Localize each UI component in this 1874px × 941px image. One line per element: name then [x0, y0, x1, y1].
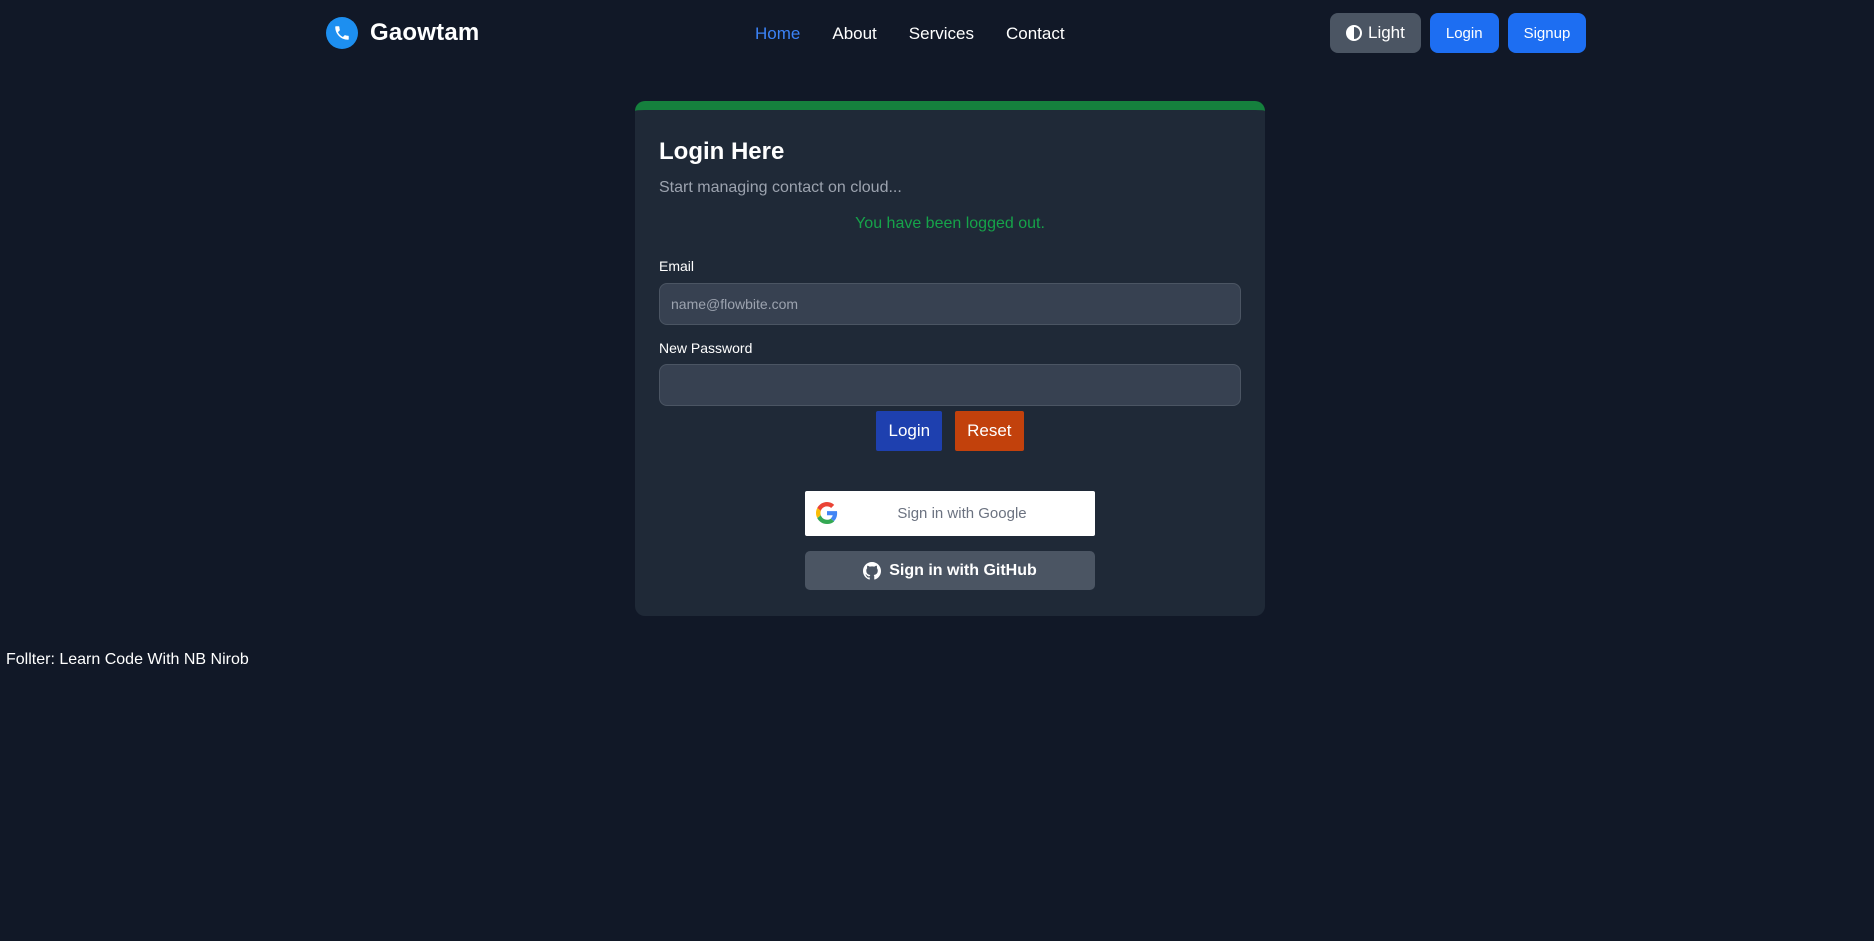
- login-submit-button[interactable]: Login: [876, 411, 943, 451]
- login-card: Login Here Start managing contact on clo…: [635, 101, 1265, 616]
- theme-toggle-label: Light: [1368, 23, 1405, 42]
- card-subtitle: Start managing contact on cloud...: [659, 179, 902, 196]
- github-icon: [863, 561, 882, 580]
- github-signin-label: Sign in with GitHub: [889, 561, 1037, 579]
- password-field[interactable]: [659, 364, 1241, 406]
- github-signin-button[interactable]: Sign in with GitHub: [805, 551, 1095, 590]
- page-title: Login Here: [659, 138, 785, 165]
- reset-button[interactable]: Reset: [955, 411, 1024, 451]
- password-label: New Password: [659, 340, 753, 356]
- google-signin-button[interactable]: Sign in with Google: [805, 491, 1095, 536]
- brand-name: Gaowtam: [370, 19, 480, 46]
- brand[interactable]: Gaowtam: [326, 17, 479, 49]
- nav-link-contact[interactable]: Contact: [1006, 24, 1065, 44]
- form-buttons: Login Reset: [635, 411, 1265, 451]
- email-field[interactable]: [659, 283, 1241, 325]
- footer-text: Follter: Learn Code With NB Nirob: [6, 651, 249, 668]
- google-signin-label: Sign in with Google: [897, 505, 1027, 522]
- navbar: Gaowtam Home About Services Contact Ligh…: [0, 0, 1874, 68]
- nav-link-home[interactable]: Home: [755, 24, 800, 44]
- main-nav: Home About Services Contact: [755, 24, 1097, 44]
- header-login-button[interactable]: Login: [1429, 13, 1499, 53]
- nav-link-services[interactable]: Services: [909, 24, 974, 44]
- status-message: You have been logged out.: [855, 215, 1045, 232]
- header-signup-button[interactable]: Signup: [1507, 13, 1587, 53]
- nav-link-about[interactable]: About: [832, 24, 876, 44]
- phone-icon: [326, 17, 358, 49]
- contrast-icon: [1346, 25, 1362, 41]
- theme-toggle-button[interactable]: Light: [1330, 13, 1421, 53]
- header-actions: Light Login Signup: [1330, 13, 1587, 53]
- email-label: Email: [659, 258, 695, 274]
